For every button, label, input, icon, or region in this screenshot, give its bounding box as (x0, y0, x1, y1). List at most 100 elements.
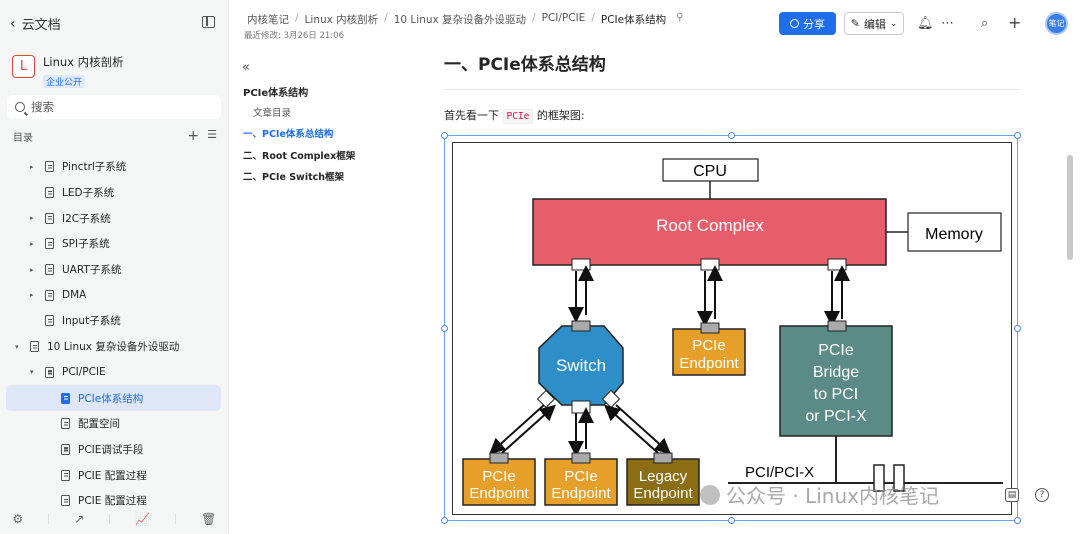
avatar[interactable]: 笔记 (1045, 12, 1068, 35)
document-icon (45, 187, 54, 199)
paragraph: 首先看一下 PCIe 的框架图: (444, 107, 585, 124)
pin-icon[interactable]: ⚲ (676, 12, 683, 27)
sidebar-tree-item[interactable]: ▾ 10 Linux 复杂设备外设驱动 (6, 334, 221, 360)
share-button[interactable]: 分享 (779, 12, 836, 35)
help-icon[interactable]: ? (1035, 488, 1049, 502)
stats-icon[interactable]: 📈 (135, 512, 150, 526)
caret-right-icon[interactable]: ▸ (30, 291, 34, 299)
share-out-icon[interactable]: ↗ (74, 512, 84, 526)
breadcrumb-item[interactable]: PCI/PCIE (542, 12, 586, 27)
sidebar-item-label: PCIE 配置过程 (78, 469, 147, 482)
sidebar-item-label: LED子系统 (62, 187, 115, 200)
pci-bus-label: PCI/PCI-X (745, 464, 814, 481)
bridge-line: PCIe (818, 342, 854, 359)
breadcrumb: 内核笔记 / Linux 内核剖析 / 10 Linux 复杂设备外设驱动 / … (247, 12, 683, 27)
resize-handle[interactable] (1014, 325, 1021, 332)
document-icon (30, 341, 39, 353)
sidebar-tree-item[interactable]: ▸ SPI子系统 (6, 231, 221, 257)
sidebar-collapse-icon[interactable] (202, 16, 215, 28)
sidebar-item-label: SPI子系统 (62, 238, 110, 251)
resize-handle[interactable] (441, 132, 448, 139)
resize-handle[interactable] (728, 132, 735, 139)
book-visibility-badge: 企业公开 (43, 75, 86, 88)
divider (48, 514, 50, 524)
search-icon[interactable]: ⌕ (981, 16, 988, 31)
sidebar-tree-item[interactable]: ▸ I2C子系统 (6, 205, 221, 231)
sidebar-item-label: 配置空间 (78, 418, 120, 431)
toc-label: 目录 (13, 132, 33, 144)
back-button[interactable]: ‹ 云文档 (10, 14, 61, 34)
endpoint-line2: Endpoint (551, 485, 611, 502)
sidebar-tree-item[interactable]: PCIE调试手段 (6, 437, 221, 463)
edit-button[interactable]: ✎ 编辑 ⌄ (844, 12, 904, 35)
sidebar-top-bar: ‹ 云文档 (0, 10, 229, 36)
pencil-icon: ✎ (850, 17, 860, 30)
collapse-outline-icon[interactable]: « (242, 60, 420, 75)
endpoint-port (700, 322, 720, 334)
outline-item[interactable]: 二、Root Complex框架 (243, 148, 355, 162)
sidebar-item-label: DMA (62, 289, 87, 302)
outline-item[interactable]: 文章目录 (253, 105, 291, 119)
doc-tree: ▸ Pinctrl子系统 LED子系统 ▸ I2C子系统 ▸ SPI子系统 ▸ UART子系统 ▸… (6, 154, 221, 514)
resize-handle[interactable] (1014, 132, 1021, 139)
trash-icon[interactable]: 🗑 (201, 512, 216, 526)
sidebar-tree-item[interactable]: 配置空间 (6, 411, 221, 437)
resize-handle[interactable] (1014, 517, 1021, 524)
chevron-left-icon: ‹ (10, 15, 16, 32)
bridge-line: Bridge (813, 364, 859, 381)
list-icon[interactable]: ☰ (207, 128, 217, 144)
breadcrumb-item[interactable]: 10 Linux 复杂设备外设驱动 (394, 12, 526, 27)
resize-handle[interactable] (441, 325, 448, 332)
caret-right-icon[interactable]: ▸ (30, 163, 34, 171)
bell-icon[interactable]: 🔔︎ (917, 16, 934, 31)
search-placeholder: 搜索 (31, 100, 54, 114)
legacy-line1: Legacy (639, 468, 688, 485)
sidebar-item-label: Pinctrl子系统 (62, 161, 127, 174)
rc-port (827, 258, 847, 271)
chevron-down-icon: ⌄ (889, 18, 898, 29)
sidebar-tree-item[interactable]: ▾ PCI/PCIE (6, 360, 221, 386)
bottom-endpoint: PCIe Endpoint (462, 452, 536, 506)
watermark-text: 公众号 · Linux内核笔记 (726, 484, 939, 508)
breadcrumb-item[interactable]: Linux 内核剖析 (305, 12, 379, 27)
document-icon (45, 315, 54, 327)
pcie-links (568, 265, 850, 327)
settings-icon[interactable]: ⚙ (12, 512, 23, 526)
bottom-endpoint: PCIe Endpoint (544, 452, 618, 506)
sidebar-tree-item[interactable]: ▸ Pinctrl子系统 (6, 154, 221, 180)
sidebar-tree-item[interactable]: LED子系统 (6, 180, 221, 206)
outline-title: PCIe体系结构 (243, 88, 309, 99)
selected-image[interactable]: CPU Root Complex Memory Switch PCIe Endp… (441, 132, 1021, 524)
resize-handle[interactable] (441, 517, 448, 524)
comment-icon[interactable]: ▤ (1005, 488, 1019, 502)
breadcrumb-sep: / (532, 12, 536, 24)
endpoint-line1: PCIe (564, 468, 597, 485)
memory-label: Memory (925, 226, 983, 243)
sidebar-tree-item[interactable]: PCIE 配置过程 (6, 462, 221, 488)
sidebar-bottom-bar: ⚙ ↗ 📈 🗑 (0, 504, 229, 534)
sidebar-tree-item[interactable]: ▸ DMA (6, 282, 221, 308)
outline-item[interactable]: 二、PCIe Switch框架 (243, 169, 344, 183)
add-icon[interactable]: + (187, 128, 199, 144)
caret-right-icon[interactable]: ▸ (30, 266, 34, 274)
rc-port (571, 258, 591, 271)
caret-down-icon[interactable]: ▾ (15, 343, 19, 351)
sidebar-tree-item[interactable]: Input子系统 (6, 308, 221, 334)
sidebar-tree-item[interactable]: ▸ UART子系统 (6, 257, 221, 283)
caret-right-icon[interactable]: ▸ (30, 240, 34, 248)
inline-code: PCIe (502, 109, 534, 124)
breadcrumb-item[interactable]: 内核笔记 (247, 12, 289, 27)
cpu-label: CPU (693, 163, 727, 180)
resize-handle[interactable] (728, 517, 735, 524)
search-icon (15, 102, 25, 112)
caret-down-icon[interactable]: ▾ (30, 368, 34, 376)
more-icon[interactable]: ⋯ (941, 16, 954, 31)
outline-item-active[interactable]: 一、PCIe体系总结构 (243, 126, 333, 140)
sidebar-tree-item[interactable]: PCIe体系结构 (6, 385, 221, 411)
scrollbar[interactable] (1067, 155, 1073, 260)
last-modified: 最近修改: 3月26日 21:06 (244, 31, 344, 41)
add-icon[interactable]: + (1008, 13, 1021, 32)
caret-right-icon[interactable]: ▸ (30, 214, 34, 222)
search-input[interactable]: 搜索 (7, 95, 221, 119)
knowledge-base-header[interactable]: L Linux 内核剖析 企业公开 (12, 55, 124, 89)
